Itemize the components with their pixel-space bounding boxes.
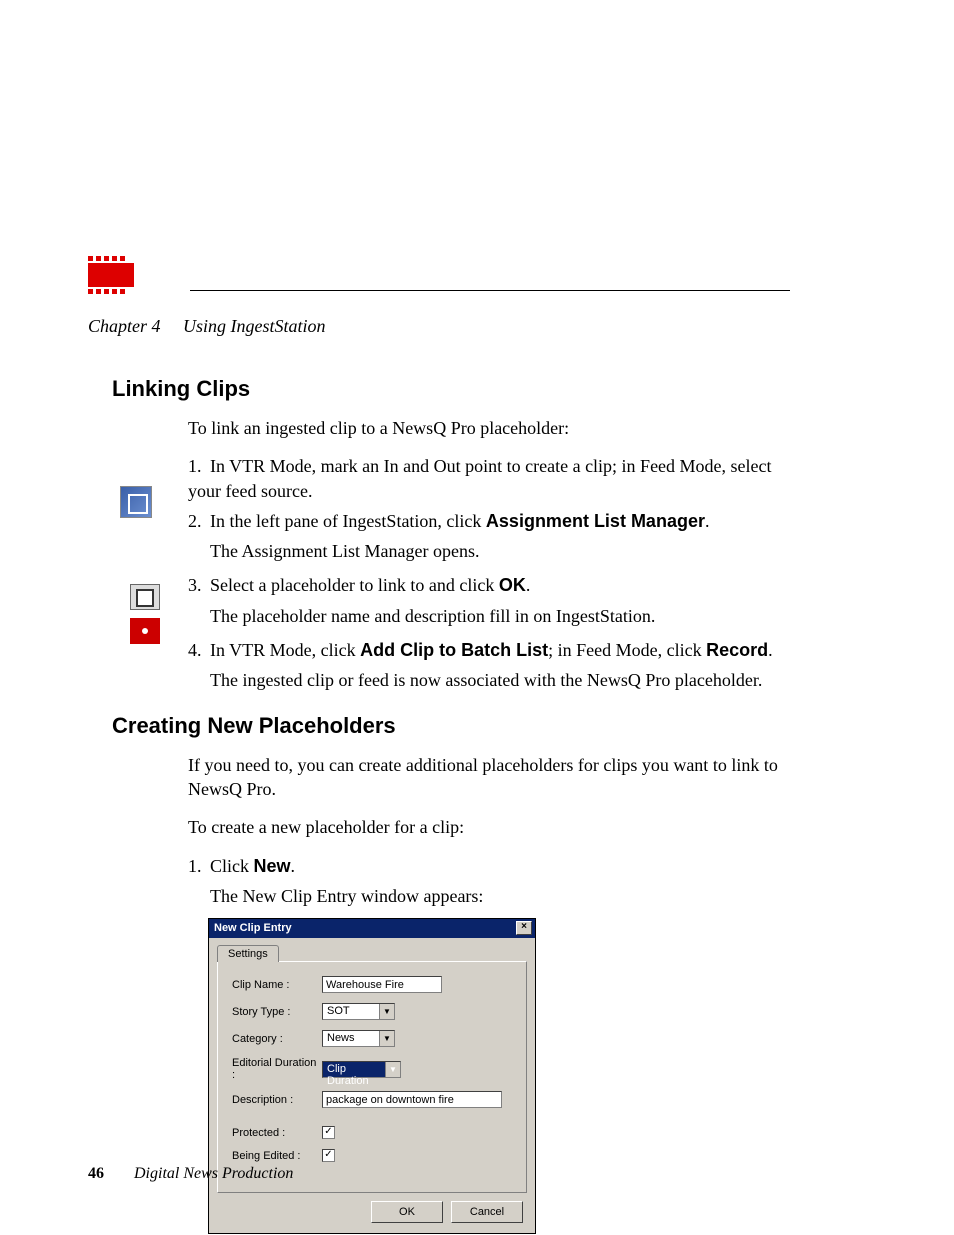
creating-step-1-result: The New Clip Entry window appears:	[210, 884, 792, 908]
heading-creating-placeholders: Creating New Placeholders	[112, 713, 792, 739]
page-content: Linking Clips To link an ingested clip t…	[112, 376, 792, 1234]
film-logo-icon	[88, 256, 134, 300]
chapter-line: Chapter 4 Using IngestStation	[88, 316, 326, 337]
step-2-result: The Assignment List Manager opens.	[210, 539, 792, 563]
editorial-duration-select[interactable]: Clip Duration ▼	[322, 1061, 401, 1078]
step-3-result: The placeholder name and description fil…	[210, 604, 792, 628]
header-logo	[88, 254, 788, 304]
chevron-down-icon: ▼	[379, 1004, 394, 1019]
chevron-down-icon: ▼	[379, 1031, 394, 1046]
creating-step-1: 1.Click New.	[188, 854, 792, 878]
page-footer: 46 Digital News Production	[88, 1165, 293, 1183]
creating-intro-2: To create a new placeholder for a clip:	[188, 815, 792, 839]
chevron-down-icon: ▼	[385, 1062, 400, 1077]
linking-intro: To link an ingested clip to a NewsQ Pro …	[188, 416, 792, 440]
page-number: 46	[88, 1165, 104, 1182]
description-input[interactable]	[322, 1091, 502, 1108]
protected-checkbox[interactable]: ✓	[322, 1126, 335, 1139]
tab-settings[interactable]: Settings	[217, 945, 279, 962]
label-editorial-duration: Editorial Duration :	[232, 1057, 322, 1081]
category-select[interactable]: News ▼	[322, 1030, 395, 1047]
step-3: 3.Select a placeholder to link to and cl…	[188, 573, 792, 597]
dialog-title: New Clip Entry	[214, 922, 292, 934]
chapter-number: Chapter 4	[88, 316, 161, 336]
step-4: 4.In VTR Mode, click Add Clip to Batch L…	[188, 638, 792, 662]
step-1: 1.In VTR Mode, mark an In and Out point …	[188, 454, 792, 503]
story-type-select[interactable]: SOT ▼	[322, 1003, 395, 1020]
ok-button[interactable]: OK	[371, 1201, 443, 1223]
settings-panel: Clip Name : Story Type : SOT ▼ Category …	[217, 961, 527, 1193]
new-clip-entry-dialog: New Clip Entry × Settings Clip Name : St…	[208, 918, 536, 1234]
footer-title: Digital News Production	[134, 1165, 293, 1182]
label-protected: Protected :	[232, 1127, 322, 1139]
creating-intro-1: If you need to, you can create additiona…	[188, 753, 792, 802]
being-edited-checkbox[interactable]: ✓	[322, 1149, 335, 1162]
label-story-type: Story Type :	[232, 1006, 322, 1018]
step-2: 2.In the left pane of IngestStation, cli…	[188, 509, 792, 533]
header-rule	[190, 290, 790, 291]
clip-name-input[interactable]	[322, 976, 442, 993]
dialog-titlebar[interactable]: New Clip Entry ×	[209, 919, 535, 938]
heading-linking-clips: Linking Clips	[112, 376, 792, 402]
label-category: Category :	[232, 1033, 322, 1045]
tab-row: Settings	[209, 938, 535, 961]
label-description: Description :	[232, 1094, 322, 1106]
cancel-button[interactable]: Cancel	[451, 1201, 523, 1223]
step-4-result: The ingested clip or feed is now associa…	[210, 668, 792, 692]
chapter-title: Using IngestStation	[183, 316, 326, 336]
label-clip-name: Clip Name :	[232, 979, 322, 991]
label-being-edited: Being Edited :	[232, 1150, 322, 1162]
dialog-button-row: OK Cancel	[209, 1193, 535, 1233]
close-button[interactable]: ×	[516, 921, 532, 935]
